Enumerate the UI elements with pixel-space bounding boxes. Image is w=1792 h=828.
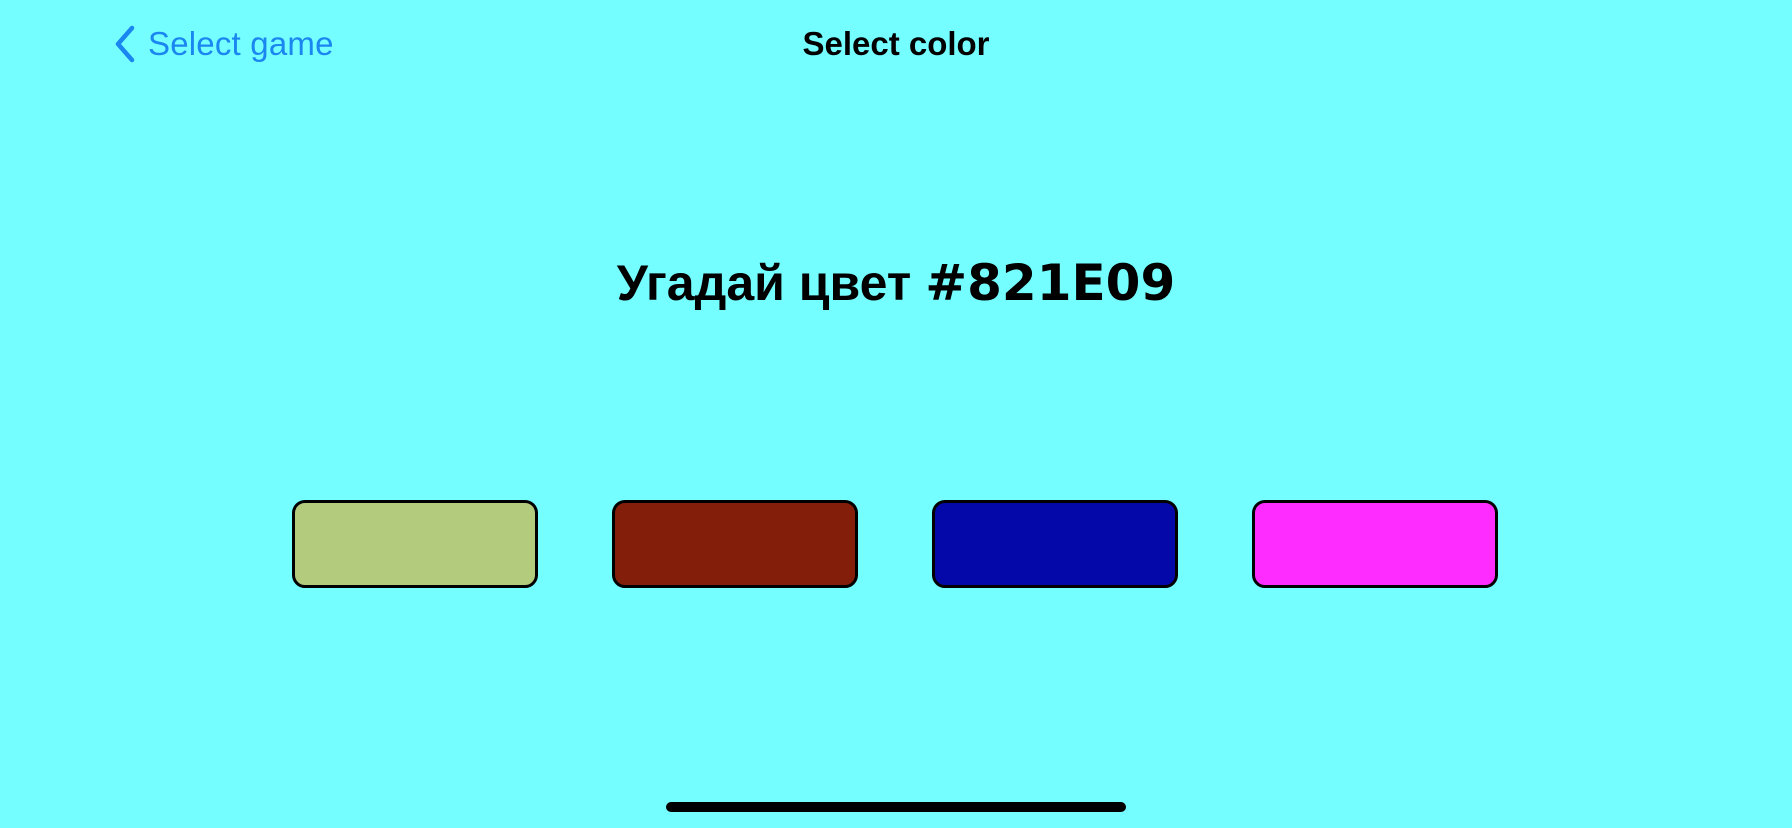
color-option-4[interactable] [1252,500,1498,588]
home-indicator[interactable] [666,802,1126,812]
color-options [292,500,1500,588]
guess-prompt-text: Угадай цвет [616,255,912,311]
nav-title: Select color [802,25,990,62]
guess-prompt: Угадай цвет #821E09 [0,250,1792,316]
color-option-2[interactable] [612,500,858,588]
color-option-1[interactable] [292,500,538,588]
color-option-3[interactable] [932,500,1178,588]
target-hex-code: #821E09 [925,254,1176,312]
